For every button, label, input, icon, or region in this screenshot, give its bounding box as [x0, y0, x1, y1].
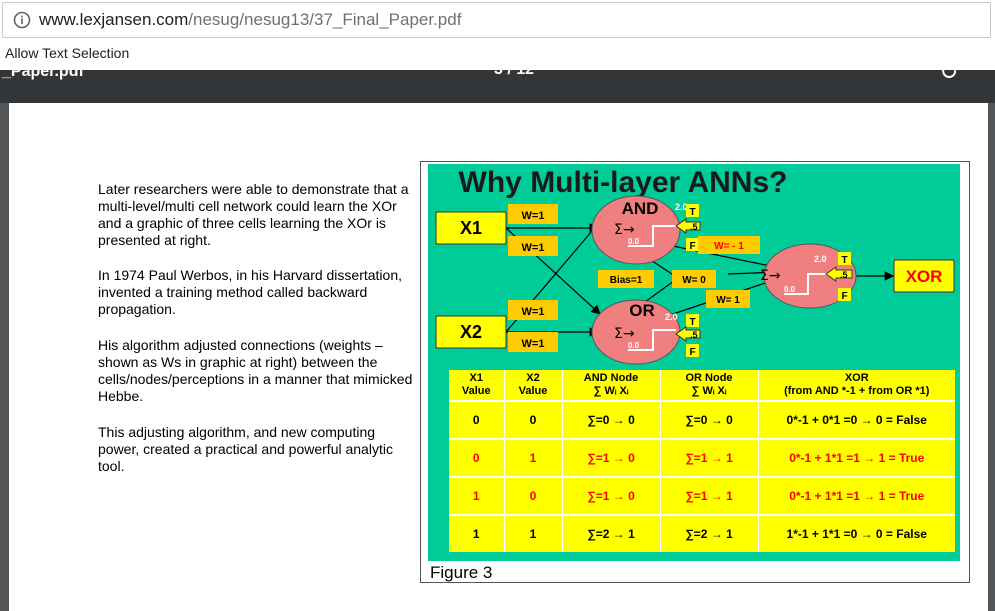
weight-x2-and: W=1: [522, 306, 545, 318]
url-field[interactable]: www.lexjansen.com/nesug/nesug13/37_Final…: [2, 2, 991, 38]
or-sigma: Σ→: [614, 326, 635, 342]
pdf-viewer-toolbar: _Paper.pdf 3 / 12: [0, 70, 995, 103]
cell-x2: 0: [504, 476, 563, 515]
weight-x1-and: W=1: [522, 210, 545, 222]
network-diagram: X1 X2 XOR AND Σ→ 2.0 0.0 T F .5 OR Σ→ 2.…: [435, 195, 955, 365]
cell-or: ∑=2 → 1: [660, 514, 759, 552]
paragraph-2: In 1974 Paul Werbos, in his Harvard diss…: [98, 267, 403, 317]
table-row: 0 0 ∑=0 → 0 ∑=0 → 0 0*-1 + 0*1 =0 → 0 = Fals…: [449, 400, 955, 439]
truth-table: X1 Value X2 Value AND Node ∑ Wᵢ Xᵢ OR Node ∑…: [449, 370, 955, 552]
cell-xor: 1*-1 + 1*1 =0 → 0 = False: [758, 514, 955, 552]
and-sigma: Σ→: [614, 222, 635, 238]
and-true: T: [689, 207, 695, 218]
header-xor: XOR (from AND *-1 + from OR *1): [784, 372, 930, 397]
or-threshold: .5: [690, 330, 698, 340]
cell-and: ∑=0 → 0: [562, 400, 661, 439]
figure-slide: Why Multi-layer ANNs? X1 X2 XOR AND Σ→ 2…: [428, 164, 960, 561]
bias-box: Bias=1: [610, 275, 643, 286]
xor-true: T: [841, 255, 847, 266]
cell-x2: 0: [504, 400, 563, 439]
weight-bias-xor: W= 0: [682, 275, 706, 286]
url-host: www.lexjansen.com: [39, 10, 189, 29]
cell-or: ∑=1 → 1: [660, 476, 759, 515]
allow-text-selection-button[interactable]: Allow Text Selection: [5, 45, 129, 61]
and-step-top: 2.0: [675, 202, 688, 212]
xor-threshold: .5: [840, 270, 848, 280]
output-xor: XOR: [906, 267, 943, 286]
cell-and: ∑=2 → 1: [562, 514, 661, 552]
and-node-label: AND: [622, 199, 659, 218]
paragraph-3: His algorithm adjusted connections (weig…: [98, 337, 413, 404]
or-step-bottom: 0.0: [628, 341, 640, 350]
paragraph-4: This adjusting algorithm, and new comput…: [98, 424, 393, 474]
cell-xor: 0*-1 + 0*1 =0 → 0 = False: [758, 400, 955, 439]
weight-x1-or: W=1: [522, 242, 545, 254]
page-indicator: 3 / 12: [494, 70, 534, 79]
url-path: /nesug/nesug13/37_Final_Paper.pdf: [188, 10, 462, 29]
table-row: 1 0 ∑=1 → 0 ∑=1 → 1 0*-1 + 1*1 =1 → 1 = True: [449, 476, 955, 515]
or-true: T: [689, 317, 695, 328]
table-row: 1 1 ∑=2 → 1 ∑=2 → 1 1*-1 + 1*1 =0 → 0 = Fals…: [449, 514, 955, 552]
address-bar[interactable]: www.lexjansen.com/nesug/nesug13/37_Final…: [0, 0, 995, 40]
cell-xor: 0*-1 + 1*1 =1 → 1 = True: [758, 438, 955, 477]
extension-bar: Allow Text Selection: [0, 40, 995, 70]
and-step-bottom: 0.0: [628, 237, 640, 246]
info-icon[interactable]: [13, 11, 31, 29]
xor-false: F: [841, 291, 847, 302]
loading-spinner-icon: [942, 70, 956, 78]
and-threshold: .5: [690, 222, 698, 232]
cell-x2: 1: [504, 514, 563, 552]
header-and: AND Node ∑ Wᵢ Xᵢ: [562, 370, 661, 401]
cell-and: ∑=1 → 0: [562, 476, 661, 515]
pdf-file-title: _Paper.pdf: [2, 70, 84, 80]
header-or: OR Node ∑ Wᵢ Xᵢ: [660, 370, 759, 401]
table-row: 0 1 ∑=1 → 0 ∑=1 → 1 0*-1 + 1*1 =1 → 1 = True: [449, 438, 955, 477]
input-x1: X1: [460, 218, 482, 238]
and-false: F: [689, 241, 695, 252]
weight-x2-or: W=1: [522, 338, 545, 350]
figure-caption: Figure 3: [430, 563, 493, 582]
header-x2: X2 Value: [504, 370, 563, 401]
cell-or: ∑=1 → 1: [660, 438, 759, 477]
or-false: F: [689, 347, 695, 358]
xor-step-top: 2.0: [814, 254, 827, 264]
or-step-top: 2.0: [665, 312, 678, 322]
viewer-left-gutter: [0, 103, 9, 611]
cell-x1: 1: [449, 476, 505, 515]
cell-x1: 1: [449, 514, 505, 552]
truth-table-header: X1 Value X2 Value AND Node ∑ Wᵢ Xᵢ OR Node ∑…: [449, 370, 955, 401]
weight-and-xor: W= - 1: [714, 241, 744, 252]
header-x1: X1 Value: [449, 370, 505, 401]
cell-x2: 1: [504, 438, 563, 477]
cell-and: ∑=1 → 0: [562, 438, 661, 477]
xor-sigma: Σ→: [760, 268, 781, 284]
cell-x1: 0: [449, 400, 505, 439]
cell-x1: 0: [449, 438, 505, 477]
viewer-scrollbar[interactable]: [988, 103, 995, 611]
paragraph-1: Later researchers were able to demonstra…: [98, 181, 409, 248]
cell-or: ∑=0 → 0: [660, 400, 759, 439]
or-node-label: OR: [629, 301, 655, 320]
input-x2: X2: [460, 322, 482, 342]
xor-step-bottom: 0.0: [784, 285, 796, 294]
cell-xor: 0*-1 + 1*1 =1 → 1 = True: [758, 476, 955, 515]
weight-or-xor: W= 1: [716, 295, 740, 306]
